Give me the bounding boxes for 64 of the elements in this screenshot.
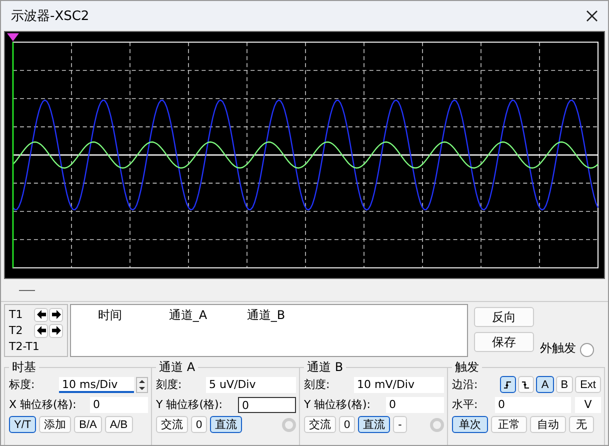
cursor-left-button[interactable] — [34, 308, 48, 322]
scale-field[interactable]: 10 ms/Div — [59, 376, 134, 392]
scale-field[interactable]: 5 uV/Div — [206, 376, 296, 392]
action-button[interactable]: 保存 — [474, 332, 534, 352]
group-title: 通道 B — [306, 359, 344, 376]
ext-trigger-label: 外触发 — [540, 340, 576, 357]
rising-edge-icon — [503, 380, 514, 390]
field-label: 标度: — [9, 377, 35, 392]
unit-field[interactable]: V — [575, 396, 601, 412]
field-label: 边沿: — [452, 377, 478, 392]
cursor-label: T1 — [9, 308, 23, 321]
level-field[interactable]: 0 — [495, 396, 571, 412]
trigger-mode-button[interactable]: 无 — [569, 416, 594, 433]
trigger-mode-button[interactable]: 正常 — [491, 416, 527, 433]
coupling-button[interactable]: 直流 — [210, 416, 242, 433]
cursor-right-button[interactable] — [49, 324, 63, 338]
source-button[interactable]: Ext — [575, 376, 601, 393]
trigger-mode-button[interactable]: 自动 — [530, 416, 566, 433]
group-title: 时基 — [11, 359, 37, 376]
spinner-control[interactable] — [136, 376, 148, 392]
coupling-button[interactable]: 交流 — [304, 416, 336, 433]
coupling-button[interactable]: 0 — [191, 416, 208, 433]
mode-button[interactable]: Y/T — [9, 416, 36, 433]
up-down-arrows-icon — [138, 378, 146, 392]
column-header: 通道_B — [246, 307, 286, 324]
field-label: 刻度: — [156, 377, 182, 392]
source-button[interactable]: A — [536, 376, 554, 393]
ext-trigger-terminal[interactable] — [580, 343, 594, 357]
group-title: 通道 A — [158, 359, 196, 376]
field-label: Y 轴位移(格): — [304, 397, 371, 412]
source-button[interactable]: B — [556, 376, 574, 393]
falling-edge-button[interactable] — [518, 376, 534, 393]
group-title: 触发 — [454, 359, 480, 376]
action-button[interactable]: 反向 — [474, 307, 534, 327]
channel-terminal-icon — [430, 418, 444, 432]
position-field[interactable]: 0 — [386, 396, 444, 412]
cursor-line[interactable] — [12, 42, 14, 268]
falling-edge-icon — [521, 380, 532, 390]
rising-edge-button[interactable] — [500, 376, 516, 393]
field-label: 刻度: — [304, 377, 330, 392]
field-label: Y 轴位移(格): — [156, 397, 223, 412]
trigger-mode-button[interactable]: 单次 — [452, 416, 488, 433]
mode-button[interactable]: B/A — [74, 416, 102, 433]
field-label: X 轴位移(格): — [9, 397, 76, 412]
mode-button[interactable]: A/B — [104, 416, 133, 433]
column-header: 时间 — [97, 307, 123, 324]
position-field[interactable]: 0 — [238, 396, 296, 412]
cursor-left-button[interactable] — [34, 324, 48, 338]
coupling-button[interactable]: 0 — [339, 416, 356, 433]
window-title: 示波器-XSC2 — [11, 8, 90, 24]
channel-terminal-icon — [282, 418, 296, 432]
column-header: 通道_A — [168, 307, 208, 324]
field-label: 水平: — [452, 397, 478, 412]
trigger-marker-icon[interactable] — [7, 33, 19, 42]
mode-button[interactable]: 添加 — [39, 416, 72, 433]
coupling-button[interactable]: 直流 — [358, 416, 390, 433]
coupling-button[interactable]: 交流 — [156, 416, 188, 433]
cursor-label: T2 — [9, 324, 23, 337]
scale-field[interactable]: 10 mV/Div — [354, 376, 444, 392]
cursor-label: T2-T1 — [9, 340, 40, 353]
coupling-button[interactable]: - — [393, 416, 407, 433]
close-icon[interactable] — [586, 10, 598, 22]
cursor-right-button[interactable] — [49, 308, 63, 322]
position-field[interactable]: 0 — [90, 396, 148, 412]
